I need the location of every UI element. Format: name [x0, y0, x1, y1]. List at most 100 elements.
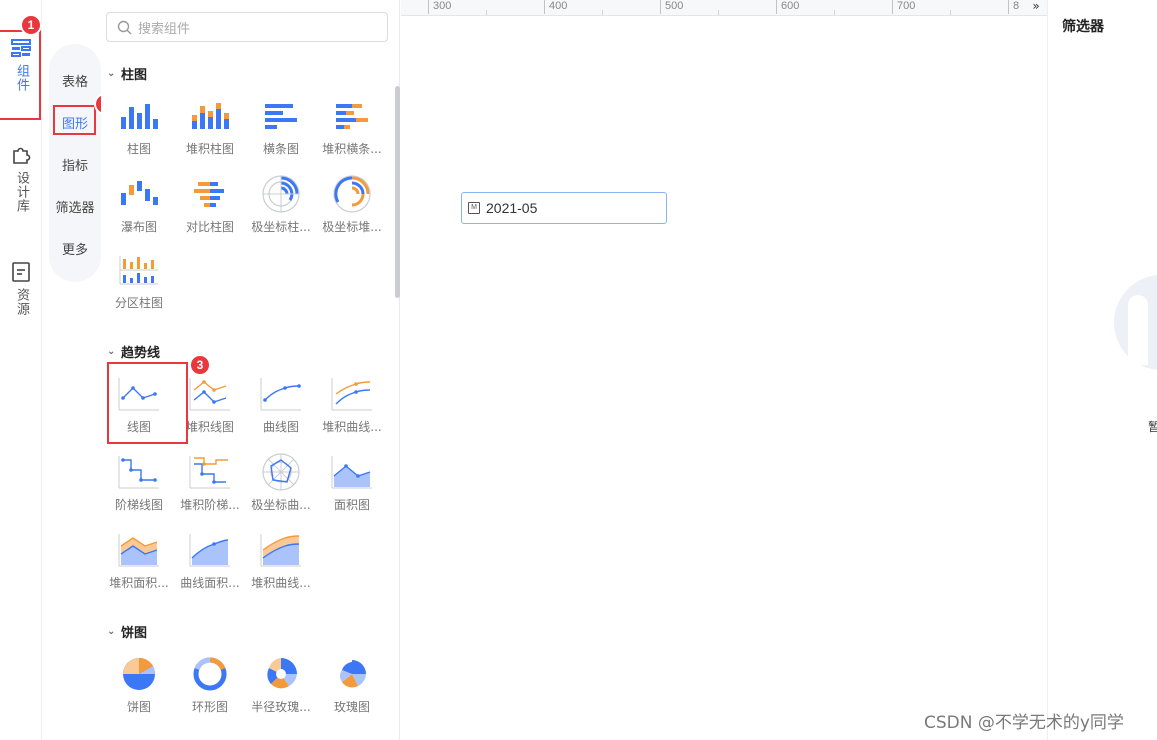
donut-chart-icon [193, 657, 227, 691]
section-trend-header[interactable]: ⌄ 趋势线 [107, 342, 160, 361]
stacked-horizontal-bar-icon [336, 104, 368, 129]
ruler-label: 500 [660, 0, 683, 14]
comp-radius-rose[interactable]: 半径玫瑰... [245, 654, 317, 715]
chevron-down-icon: ⌄ [107, 626, 116, 637]
pie-chart-icon [123, 657, 156, 690]
stacked-line-icon [189, 378, 230, 411]
empty-state-text: 暂 [1148, 420, 1157, 434]
design-canvas[interactable]: 300 400 500 600 700 8 » M 2021-05 [401, 0, 1047, 740]
comp-label: 分区柱图 [114, 296, 163, 310]
category-table[interactable]: 表格 [49, 71, 101, 90]
category-metric[interactable]: 指标 [49, 155, 101, 174]
comp-partitioned-bar[interactable]: 分区柱图 [103, 250, 175, 311]
comp-label: 堆积阶梯... [180, 498, 240, 512]
puzzle-icon [13, 147, 31, 164]
date-filter-widget[interactable]: M 2021-05 [461, 192, 667, 224]
empty-state-illustration [1114, 275, 1157, 370]
comp-stacked-bar[interactable]: 堆积柱图 [174, 96, 246, 157]
stacked-curve-icon [331, 378, 372, 411]
section-pie-title: 饼图 [121, 626, 148, 641]
chevron-down-icon: ⌄ [107, 68, 116, 79]
comp-label: 堆积柱图 [185, 142, 234, 156]
comp-label: 极坐标堆... [322, 220, 382, 234]
filter-panel-title: 筛选器 [1062, 19, 1104, 35]
comp-label: 玫瑰图 [333, 700, 370, 714]
horizontal-ruler: 300 400 500 600 700 8 » [401, 0, 1047, 16]
calendar-icon: M [468, 202, 480, 214]
ruler-label: 8 [1008, 0, 1019, 14]
comp-label: 环形图 [191, 700, 228, 714]
radius-rose-icon [267, 658, 297, 689]
category-more[interactable]: 更多 [49, 239, 101, 258]
app-window: 组件 设计库 资源 1 表格 图形 指标 筛选器 更多 2 搜 [0, 0, 1157, 740]
ruler-minor-tick [950, 10, 951, 15]
resource-icon [12, 262, 30, 282]
comp-area[interactable]: 面积图 [316, 452, 388, 513]
step-line-icon [118, 456, 159, 489]
partitioned-bar-icon [119, 256, 158, 285]
comp-step-line[interactable]: 阶梯线图 [103, 452, 175, 513]
section-bar-header[interactable]: ⌄ 柱图 [107, 64, 147, 83]
comp-stacked-horizontal-bar[interactable]: 堆积横条... [316, 96, 388, 157]
comp-horizontal-bar[interactable]: 横条图 [245, 96, 317, 157]
comp-comparison-bar[interactable]: 对比柱图 [174, 174, 246, 235]
polar-stacked-icon [333, 175, 371, 213]
panel-scrollbar[interactable] [395, 86, 400, 298]
horizontal-bar-icon [265, 104, 297, 129]
search-input[interactable]: 搜索组件 [106, 12, 388, 42]
ruler-label: 600 [776, 0, 799, 14]
date-value: 2021-05 [486, 200, 538, 216]
waterfall-chart-icon [121, 181, 158, 205]
comp-polar-curve[interactable]: 极坐标曲... [245, 452, 317, 513]
comp-pie[interactable]: 饼图 [103, 654, 175, 715]
comp-stacked-curve-area[interactable]: 堆积曲线... [245, 530, 317, 591]
comp-label: 曲线面积... [180, 576, 240, 590]
stacked-step-icon [189, 456, 230, 489]
comp-label: 堆积曲线... [251, 576, 311, 590]
curve-area-icon [189, 534, 230, 567]
comp-curve-area[interactable]: 曲线面积... [174, 530, 246, 591]
comp-stacked-curve[interactable]: 堆积曲线... [316, 374, 388, 435]
bar-chart-icon [121, 104, 158, 129]
comp-polar-stacked[interactable]: 极坐标堆... [316, 174, 388, 235]
comp-donut[interactable]: 环形图 [174, 654, 246, 715]
section-pie-header[interactable]: ⌄ 饼图 [107, 622, 147, 641]
comp-label: 极坐标柱... [251, 220, 311, 234]
rail-item-resources[interactable]: 资源 [0, 262, 42, 316]
comp-label: 瀑布图 [120, 220, 157, 234]
area-chart-icon [331, 456, 372, 489]
comp-label: 曲线图 [262, 420, 299, 434]
stacked-bar-icon [192, 103, 229, 129]
comp-curve[interactable]: 曲线图 [245, 374, 317, 435]
watermark: CSDN @不学无术的y同学 [924, 713, 1124, 733]
filter-panel: 筛选器 暂 [1047, 0, 1157, 740]
comp-label: 堆积曲线... [322, 420, 382, 434]
search-icon [117, 20, 132, 34]
comp-label: 柱图 [126, 142, 151, 156]
comp-polar-bar[interactable]: 极坐标柱... [245, 174, 317, 235]
comp-stacked-area[interactable]: 堆积面积... [103, 530, 175, 591]
category-filter[interactable]: 筛选器 [49, 197, 101, 216]
rail-item-design-library[interactable]: 设计库 [0, 145, 42, 213]
comparison-bar-icon [194, 182, 224, 207]
comp-label: 横条图 [262, 142, 299, 156]
comp-label: 面积图 [333, 498, 370, 512]
rose-chart-icon [340, 660, 366, 688]
search-placeholder: 搜索组件 [138, 21, 191, 37]
comp-rose[interactable]: 玫瑰图 [316, 654, 388, 715]
ruler-label: 400 [544, 0, 567, 14]
annotation-box-2 [53, 105, 96, 135]
collapse-panel-button[interactable]: » [1025, 0, 1047, 14]
annotation-badge-3: 3 [189, 354, 211, 376]
comp-label: 堆积面积... [109, 576, 169, 590]
comp-label: 堆积横条... [322, 142, 382, 156]
comp-bar[interactable]: 柱图 [103, 96, 175, 157]
comp-label: 极坐标曲... [251, 498, 311, 512]
polar-bar-icon [262, 175, 300, 213]
ruler-minor-tick [834, 10, 835, 15]
section-trend-title: 趋势线 [121, 346, 161, 361]
comp-waterfall[interactable]: 瀑布图 [103, 174, 175, 235]
annotation-box-3 [107, 362, 188, 444]
comp-stacked-step[interactable]: 堆积阶梯... [174, 452, 246, 513]
rail-label-resources: 资源 [14, 288, 29, 316]
